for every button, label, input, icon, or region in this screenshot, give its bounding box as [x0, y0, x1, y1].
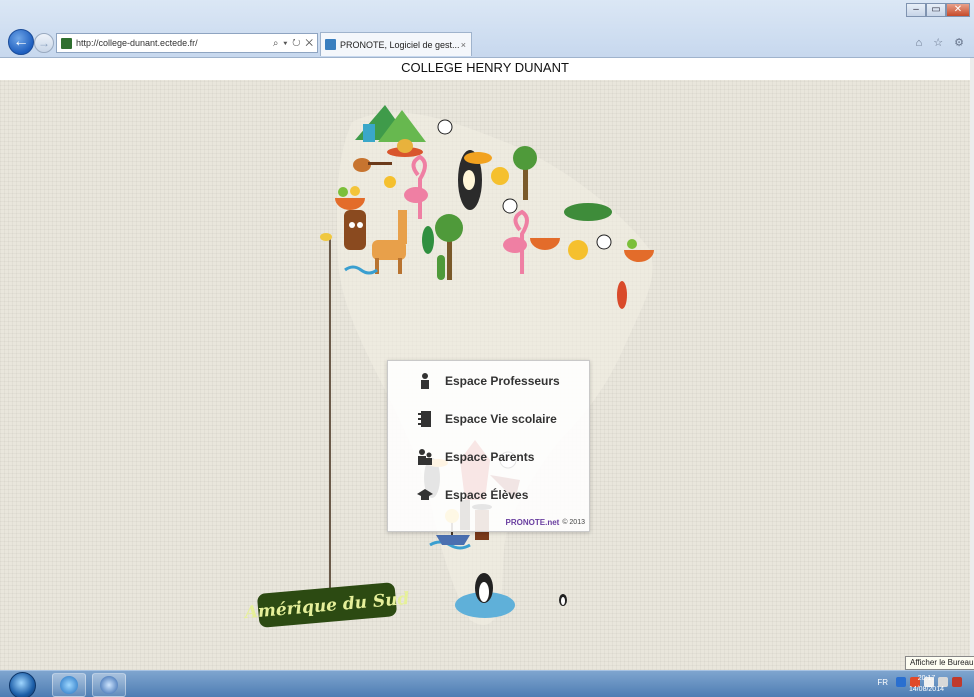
browser-toolbar: ← → http://college-dunant.ectede.fr/ ⌕ ▾…: [0, 0, 974, 58]
minimize-button[interactable]: –: [906, 3, 926, 17]
maximize-button[interactable]: ▭: [926, 3, 946, 17]
tray-power-icon[interactable]: [952, 677, 962, 687]
address-url[interactable]: http://college-dunant.ectede.fr/: [76, 38, 273, 48]
pronote-logo[interactable]: PRONOTE.net: [506, 518, 560, 527]
page-content: Amérique du Sud Espace Professeurs Espac…: [0, 80, 970, 670]
tab-close-icon[interactable]: ×: [461, 40, 471, 50]
pronote-footer: PRONOTE.net © 2013: [506, 518, 585, 527]
menu-item-eleves[interactable]: Espace Élèves: [416, 484, 528, 506]
menu-item-label: Espace Vie scolaire: [445, 412, 557, 426]
menu-item-label: Espace Parents: [445, 450, 535, 464]
address-tools-icons[interactable]: ⌕ ▾ ↻ ✕: [273, 38, 317, 49]
close-button[interactable]: ✕: [946, 3, 970, 17]
address-bar[interactable]: http://college-dunant.ectede.fr/ ⌕ ▾ ↻ ✕: [56, 33, 318, 53]
graduation-cap-icon: [417, 489, 433, 500]
browser-tab[interactable]: PRONOTE, Logiciel de gest... ×: [320, 32, 472, 56]
menu-item-vie-scolaire[interactable]: Espace Vie scolaire: [416, 408, 557, 430]
site-favicon-icon: [61, 37, 72, 49]
scrollbar[interactable]: [970, 58, 974, 670]
start-button[interactable]: [9, 672, 36, 697]
page-title: COLLEGE HENRY DUNANT: [0, 58, 970, 80]
tray-network-icon[interactable]: [896, 677, 906, 687]
taskbar: FR 20:17 14/08/2014: [0, 670, 974, 697]
menu-item-label: Espace Élèves: [445, 488, 529, 502]
menu-item-professeurs[interactable]: Espace Professeurs: [416, 370, 560, 392]
parents-icon: [418, 449, 432, 465]
clock-date: 14/08/2014: [908, 686, 944, 693]
show-desktop-tooltip: Afficher le Bureau: [905, 656, 974, 670]
window-controls: – ▭ ✕: [906, 3, 970, 17]
taskbar-ie-button[interactable]: [52, 673, 86, 697]
clock-time: 20:17: [917, 675, 936, 682]
back-button[interactable]: ←: [8, 29, 34, 55]
space-menu: Espace Professeurs Espace Vie scolaire E…: [387, 360, 590, 532]
clock[interactable]: 20:17 14/08/2014: [909, 673, 944, 695]
ie-icon: [60, 676, 78, 694]
taskbar-app-button[interactable]: [92, 673, 126, 697]
toolbar-icons[interactable]: ⌂ ☆ ⚙: [916, 36, 968, 49]
binder-icon: [418, 411, 431, 427]
copyright-text: © 2013: [562, 519, 585, 526]
forward-button[interactable]: →: [34, 33, 54, 53]
language-indicator[interactable]: FR: [877, 678, 888, 687]
teacher-icon: [421, 373, 429, 389]
menu-item-label: Espace Professeurs: [445, 374, 560, 388]
tab-favicon-icon: [325, 39, 336, 50]
menu-item-parents[interactable]: Espace Parents: [416, 446, 534, 468]
tab-title: PRONOTE, Logiciel de gest...: [340, 39, 460, 50]
app-icon: [100, 676, 118, 694]
